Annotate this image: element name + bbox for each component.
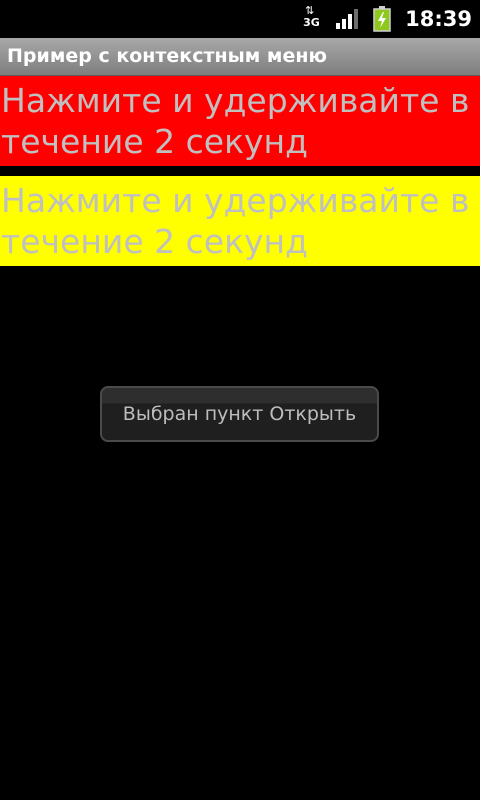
red-block-label: Нажмите и удерживайте в течение 2 секунд (1, 81, 470, 161)
clock: 18:39 (405, 7, 472, 31)
red-context-block[interactable]: Нажмите и удерживайте в течение 2 секунд (0, 76, 480, 166)
status-icons: ⇅ 3G 18:39 (303, 0, 472, 38)
title-bar: Пример с контекстным меню (0, 38, 480, 76)
toast-message: Выбран пункт Открыть (122, 403, 357, 425)
yellow-context-block[interactable]: Нажмите и удерживайте в течение 2 секунд (0, 176, 480, 266)
network-type-label: 3G (303, 16, 320, 29)
battery-charging-icon (373, 6, 391, 32)
app-title: Пример с контекстным меню (7, 45, 327, 67)
signal-strength-icon (336, 9, 359, 29)
data-arrows-glyph: ⇅ (305, 4, 314, 17)
yellow-block-label: Нажмите и удерживайте в течение 2 секунд (1, 181, 470, 261)
status-bar: ⇅ 3G 18:39 (0, 0, 480, 38)
toast: Выбран пункт Открыть (100, 386, 379, 442)
screen: ⇅ 3G 18:39 Пример с контекстным меню Наж… (0, 0, 480, 800)
data-arrows-icon: ⇅ 3G (303, 5, 323, 33)
